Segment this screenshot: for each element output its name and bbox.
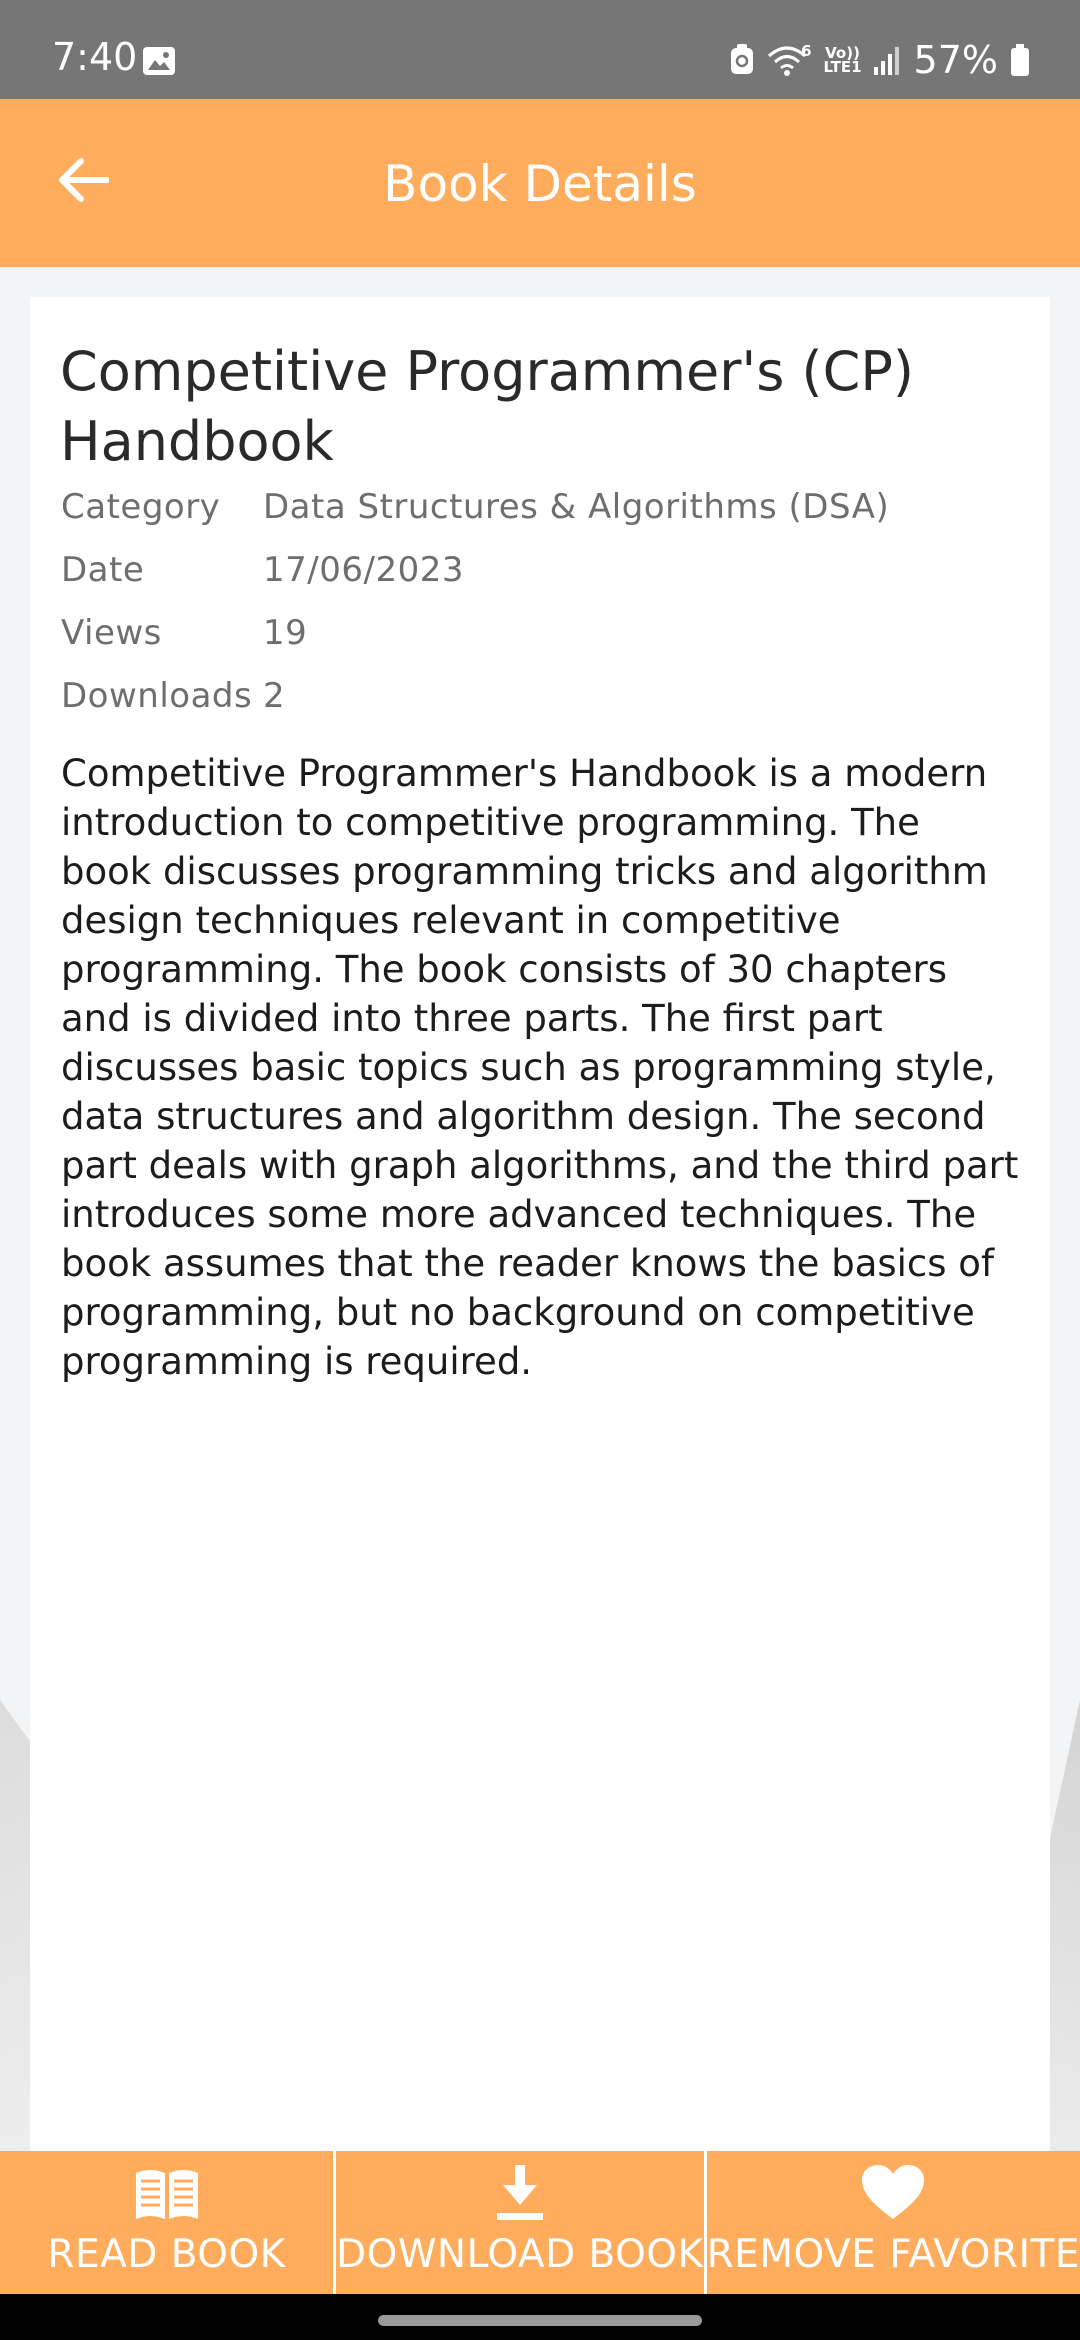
battery-percent: 57% (913, 38, 998, 82)
action-label: DOWNLOAD BOOK (336, 2232, 704, 2277)
meta-key: Downloads (61, 675, 253, 716)
status-icons: 6 Vo)) LTE1 57% (729, 40, 1030, 80)
status-bar: 7:40 6 Vo)) LTE1 57% (0, 0, 1080, 99)
meta-value: 2 (263, 675, 286, 716)
heart-icon (862, 2163, 925, 2223)
action-label: READ BOOK (47, 2232, 286, 2277)
meta-key: Date (61, 549, 145, 590)
battery-icon (1010, 44, 1030, 76)
download-icon (495, 2163, 545, 2223)
lte-label: LTE1 (823, 58, 862, 76)
home-gesture-handle[interactable] (378, 2315, 702, 2326)
meta-value: 19 (263, 612, 308, 653)
meta-value: 17/06/2023 (263, 549, 464, 590)
read-book-button[interactable]: READ BOOK (0, 2151, 334, 2294)
status-time: 7:40 (52, 35, 138, 79)
network-type-label: Vo)) LTE1 (823, 46, 862, 76)
signal-icon (873, 45, 902, 75)
page-title: Book Details (383, 155, 697, 213)
wifi-icon: 6 (767, 42, 812, 76)
action-label: REMOVE FAVORITE (706, 2232, 1080, 2277)
system-nav-bar (0, 2294, 1080, 2340)
meta-row-category: Category Data Structures & Algorithms (D… (61, 475, 1021, 538)
book-title: Competitive Programmer's (CP) Handbook (60, 340, 914, 473)
app-bar: Book Details (0, 99, 1080, 267)
meta-row-views: Views 19 (61, 601, 1021, 664)
open-book-icon (132, 2163, 202, 2223)
wifi-label: 6 (801, 42, 812, 60)
battery-saver-icon (729, 44, 755, 76)
book-details-card: Competitive Programmer's (CP) Handbook C… (30, 297, 1050, 2157)
meta-key: Category (61, 486, 221, 527)
gallery-notification-icon (142, 46, 176, 76)
remove-favorite-button[interactable]: REMOVE FAVORITE (706, 2151, 1080, 2294)
action-bar: READ BOOK DOWNLOAD BOOK REMOVE FAVORITE (0, 2151, 1080, 2294)
meta-row-date: Date 17/06/2023 (61, 538, 1021, 601)
meta-row-downloads: Downloads 2 (61, 664, 1021, 727)
meta-value: Data Structures & Algorithms (DSA) (263, 486, 890, 527)
download-book-button[interactable]: DOWNLOAD BOOK (336, 2151, 704, 2294)
meta-key: Views (61, 612, 162, 653)
book-description: Competitive Programmer's Handbook is a m… (61, 752, 1019, 1383)
book-meta-table: Category Data Structures & Algorithms (D… (61, 475, 1021, 727)
